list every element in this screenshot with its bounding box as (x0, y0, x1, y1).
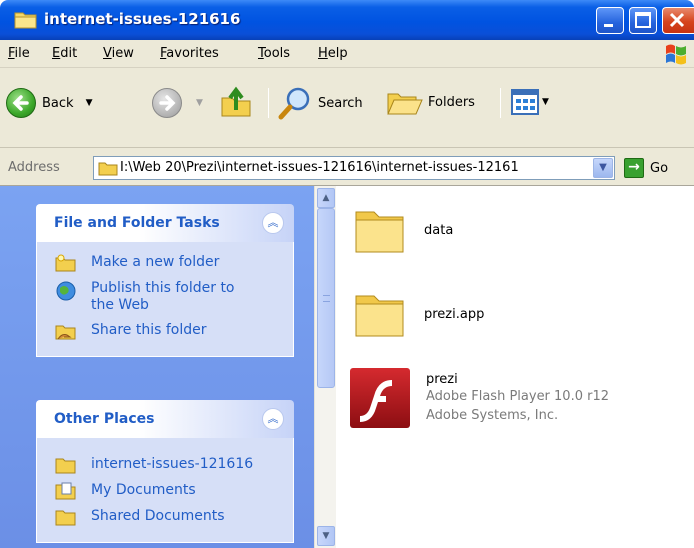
views-icon (511, 89, 539, 115)
address-dropdown-button[interactable]: ▼ (593, 158, 613, 178)
file-company: Adobe Systems, Inc. (426, 408, 559, 423)
my-documents-icon (55, 482, 76, 500)
panel-body: internet-issues-121616 My Documents Shar… (36, 438, 294, 543)
views-dropdown-icon: ▼ (542, 97, 549, 107)
file-type: Adobe Flash Player 10.0 r12 (426, 389, 610, 404)
title-bar[interactable]: internet-issues-121616 (0, 0, 694, 40)
folder-icon (355, 295, 404, 337)
search-icon (278, 87, 310, 120)
folder-icon (355, 211, 404, 253)
search-button[interactable]: Search (278, 86, 363, 120)
address-bar: Address I:\Web 20\Prezi\internet-issues-… (0, 148, 694, 186)
address-input[interactable]: I:\Web 20\Prezi\internet-issues-121616\i… (93, 156, 615, 180)
task-pane-scrollbar[interactable]: ▲ ▼ (314, 186, 336, 548)
minimize-icon (604, 24, 613, 27)
file-item-data[interactable]: data (352, 202, 453, 258)
file-folder-tasks-panel: File and Folder Tasks ︽ Make a new folde… (36, 204, 294, 357)
menu-view[interactable]: View (103, 46, 134, 61)
flash-player-icon (350, 368, 410, 428)
shared-folder-icon (55, 510, 76, 526)
new-folder-icon (55, 254, 76, 272)
panel-title: Other Places (54, 411, 155, 427)
folders-button[interactable]: Folders (386, 86, 475, 118)
folder-icon (14, 12, 37, 29)
go-label: Go (650, 160, 669, 176)
address-label: Address (8, 160, 60, 175)
up-folder-icon (221, 86, 251, 117)
scroll-up-button[interactable]: ▲ (317, 188, 335, 208)
maximize-icon (635, 12, 651, 28)
search-label: Search (318, 95, 363, 111)
menu-file[interactable]: File (8, 46, 30, 61)
back-label: Back (42, 95, 74, 111)
place-internet-issues[interactable]: internet-issues-121616 (37, 452, 293, 478)
address-text: I:\Web 20\Prezi\internet-issues-121616\i… (120, 160, 519, 175)
panel-header[interactable]: File and Folder Tasks ︽ (36, 204, 294, 242)
scroll-thumb[interactable] (317, 208, 335, 388)
close-icon (669, 12, 685, 28)
go-arrow-icon: → (624, 158, 644, 178)
publish-folder-link[interactable]: Publish this folder to the Web (37, 276, 293, 318)
scroll-down-button[interactable]: ▼ (317, 526, 335, 546)
panel-header[interactable]: Other Places ︽ (36, 400, 294, 438)
other-places-panel: Other Places ︽ internet-issues-121616 My… (36, 400, 294, 543)
minimize-button[interactable] (596, 7, 624, 34)
panel-title: File and Folder Tasks (54, 215, 220, 231)
menu-bar: File Edit View Favorites Tools Help (0, 40, 694, 68)
file-name: prezi (426, 372, 458, 387)
file-name: data (424, 222, 454, 238)
task-pane: File and Folder Tasks ︽ Make a new folde… (0, 186, 314, 548)
share-folder-icon (55, 325, 76, 340)
panel-body: Make a new folder Publish this folder to… (36, 242, 294, 357)
file-name: prezi.app (424, 306, 485, 322)
toolbar-separator (500, 88, 501, 118)
windows-logo-icon (666, 44, 686, 65)
file-list: data prezi.app prezi Adobe Flash Player … (336, 186, 694, 548)
back-arrow-icon (6, 88, 36, 118)
file-item-prezi[interactable]: prezi Adobe Flash Player 10.0 r12 Adobe … (348, 366, 609, 430)
forward-arrow-icon (152, 88, 182, 118)
up-folder-button[interactable] (220, 84, 252, 118)
menu-favorites[interactable]: Favorites (160, 46, 219, 61)
menu-edit[interactable]: Edit (52, 46, 77, 61)
folder-icon (98, 162, 118, 176)
forward-dropdown-icon[interactable]: ▼ (196, 98, 203, 108)
close-button[interactable] (662, 7, 694, 34)
window-title: internet-issues-121616 (44, 10, 241, 28)
folders-label: Folders (428, 94, 475, 110)
back-dropdown-icon[interactable]: ▼ (86, 98, 93, 108)
go-button[interactable]: → Go (624, 158, 668, 178)
views-button[interactable]: ▼ (510, 88, 549, 116)
collapse-icon[interactable]: ︽ (262, 408, 284, 430)
menu-tools[interactable]: Tools (258, 46, 290, 61)
file-item-prezi-app[interactable]: prezi.app (352, 286, 484, 342)
place-my-documents[interactable]: My Documents (37, 478, 293, 504)
place-shared-documents[interactable]: Shared Documents (37, 504, 293, 530)
standard-toolbar: Back ▼ ▼ Search Folders ▼ (0, 68, 694, 148)
share-folder-link[interactable]: Share this folder (37, 318, 293, 344)
maximize-button[interactable] (629, 7, 657, 34)
menu-help[interactable]: Help (318, 46, 348, 61)
folder-icon (55, 458, 76, 474)
make-new-folder-link[interactable]: Make a new folder (37, 250, 293, 276)
collapse-icon[interactable]: ︽ (262, 212, 284, 234)
folders-icon (387, 93, 423, 115)
globe-icon (56, 281, 76, 301)
toolbar-separator (268, 88, 269, 118)
forward-button[interactable]: ▼ (152, 88, 203, 118)
back-button[interactable]: Back ▼ (6, 88, 92, 118)
